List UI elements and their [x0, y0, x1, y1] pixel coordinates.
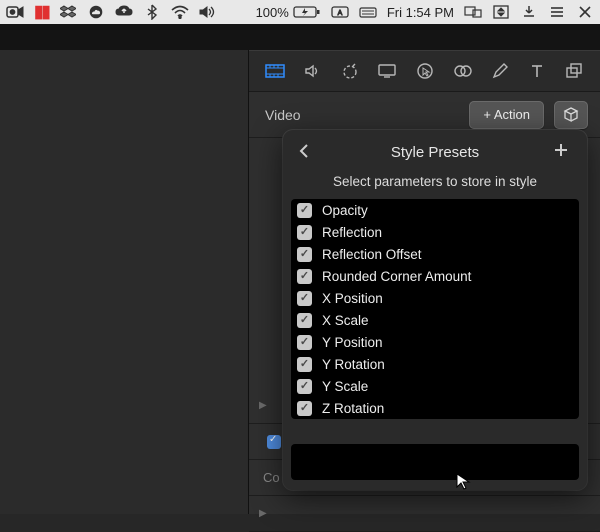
- param-label: Reflection: [322, 225, 382, 240]
- popover-subtitle: Select parameters to store in style: [283, 174, 587, 199]
- stage-area: [0, 50, 248, 514]
- bluetooth-icon[interactable]: [143, 3, 161, 21]
- checkbox-icon[interactable]: [297, 357, 312, 372]
- back-button[interactable]: [297, 142, 317, 162]
- keyboard-viewer-icon[interactable]: [359, 3, 377, 21]
- inspector-toolbar: [249, 50, 600, 92]
- add-action-button[interactable]: + Action: [469, 101, 544, 129]
- pointer-tab-icon[interactable]: [415, 61, 434, 81]
- presets-cube-button[interactable]: [554, 101, 588, 129]
- param-label: X Scale: [322, 313, 369, 328]
- backup-cloud-icon[interactable]: [115, 3, 133, 21]
- checkbox-icon[interactable]: [297, 401, 312, 416]
- param-label: Reflection Offset: [322, 247, 422, 262]
- hamburger-icon[interactable]: [548, 3, 566, 21]
- param-row[interactable]: Reflection Offset: [291, 243, 579, 265]
- param-row[interactable]: Reflection: [291, 221, 579, 243]
- param-row[interactable]: Opacity: [291, 199, 579, 221]
- battery-indicator[interactable]: 100%: [256, 5, 321, 20]
- checkbox-icon[interactable]: [297, 313, 312, 328]
- display-arrangement-icon[interactable]: [464, 3, 482, 21]
- cc-cloud-icon[interactable]: [87, 3, 105, 21]
- title-bar: [0, 24, 600, 50]
- param-row[interactable]: Y Scale: [291, 375, 579, 397]
- fit-screen-icon[interactable]: [492, 3, 510, 21]
- checkbox-icon[interactable]: [297, 379, 312, 394]
- pause-icon[interactable]: ▮▮: [34, 2, 49, 22]
- pencil-tab-icon[interactable]: [491, 61, 510, 81]
- bg-label: Co: [259, 470, 280, 485]
- param-row[interactable]: Rounded Corner Amount: [291, 265, 579, 287]
- param-row[interactable]: Z Rotation: [291, 397, 579, 419]
- popover-title: Style Presets: [391, 144, 479, 161]
- close-icon[interactable]: [576, 3, 594, 21]
- layers-tab-icon[interactable]: [565, 61, 584, 81]
- add-preset-button[interactable]: [553, 142, 573, 162]
- text-tab-icon[interactable]: [528, 61, 547, 81]
- param-label: X Position: [322, 291, 383, 306]
- volume-icon[interactable]: [199, 3, 217, 21]
- overlap-tab-icon[interactable]: [453, 61, 473, 81]
- section-title: Video: [265, 107, 301, 123]
- display-tab-icon[interactable]: [377, 61, 397, 81]
- param-label: Rounded Corner Amount: [322, 269, 471, 284]
- popover-header: Style Presets: [283, 130, 587, 174]
- popover-footer-area: [291, 444, 579, 480]
- param-row[interactable]: Y Position: [291, 331, 579, 353]
- param-row[interactable]: X Position: [291, 287, 579, 309]
- mac-menubar: ▮▮ 100% A Fri 1:54 PM: [0, 0, 600, 24]
- param-label: Y Position: [322, 335, 383, 350]
- bg-disclosure-row-2[interactable]: ▶: [249, 496, 600, 532]
- param-row[interactable]: Y Rotation: [291, 353, 579, 375]
- svg-text:A: A: [337, 10, 342, 17]
- menubar-clock[interactable]: Fri 1:54 PM: [387, 5, 454, 20]
- dropbox-icon[interactable]: [59, 3, 77, 21]
- record-icon[interactable]: [6, 3, 24, 21]
- param-label: Y Rotation: [322, 357, 385, 372]
- keyboard-input-icon[interactable]: A: [331, 3, 349, 21]
- film-tab-icon[interactable]: [265, 61, 285, 81]
- checkbox-icon[interactable]: [297, 203, 312, 218]
- checkbox-icon[interactable]: [297, 269, 312, 284]
- checkbox-icon[interactable]: [297, 247, 312, 262]
- checkbox-icon[interactable]: [267, 435, 281, 449]
- timing-tab-icon[interactable]: [340, 61, 359, 81]
- checkbox-icon[interactable]: [297, 291, 312, 306]
- param-row[interactable]: X Scale: [291, 309, 579, 331]
- checkbox-icon[interactable]: [297, 225, 312, 240]
- style-presets-popover: Style Presets Select parameters to store…: [283, 130, 587, 490]
- param-label: Z Rotation: [322, 401, 384, 416]
- checkbox-icon[interactable]: [297, 335, 312, 350]
- battery-percent: 100%: [256, 5, 289, 20]
- wifi-icon[interactable]: [171, 3, 189, 21]
- param-label: Y Scale: [322, 379, 368, 394]
- param-label: Opacity: [322, 203, 368, 218]
- audio-tab-icon[interactable]: [303, 61, 322, 81]
- parameter-list: Opacity Reflection Reflection Offset Rou…: [291, 199, 579, 419]
- download-icon[interactable]: [520, 3, 538, 21]
